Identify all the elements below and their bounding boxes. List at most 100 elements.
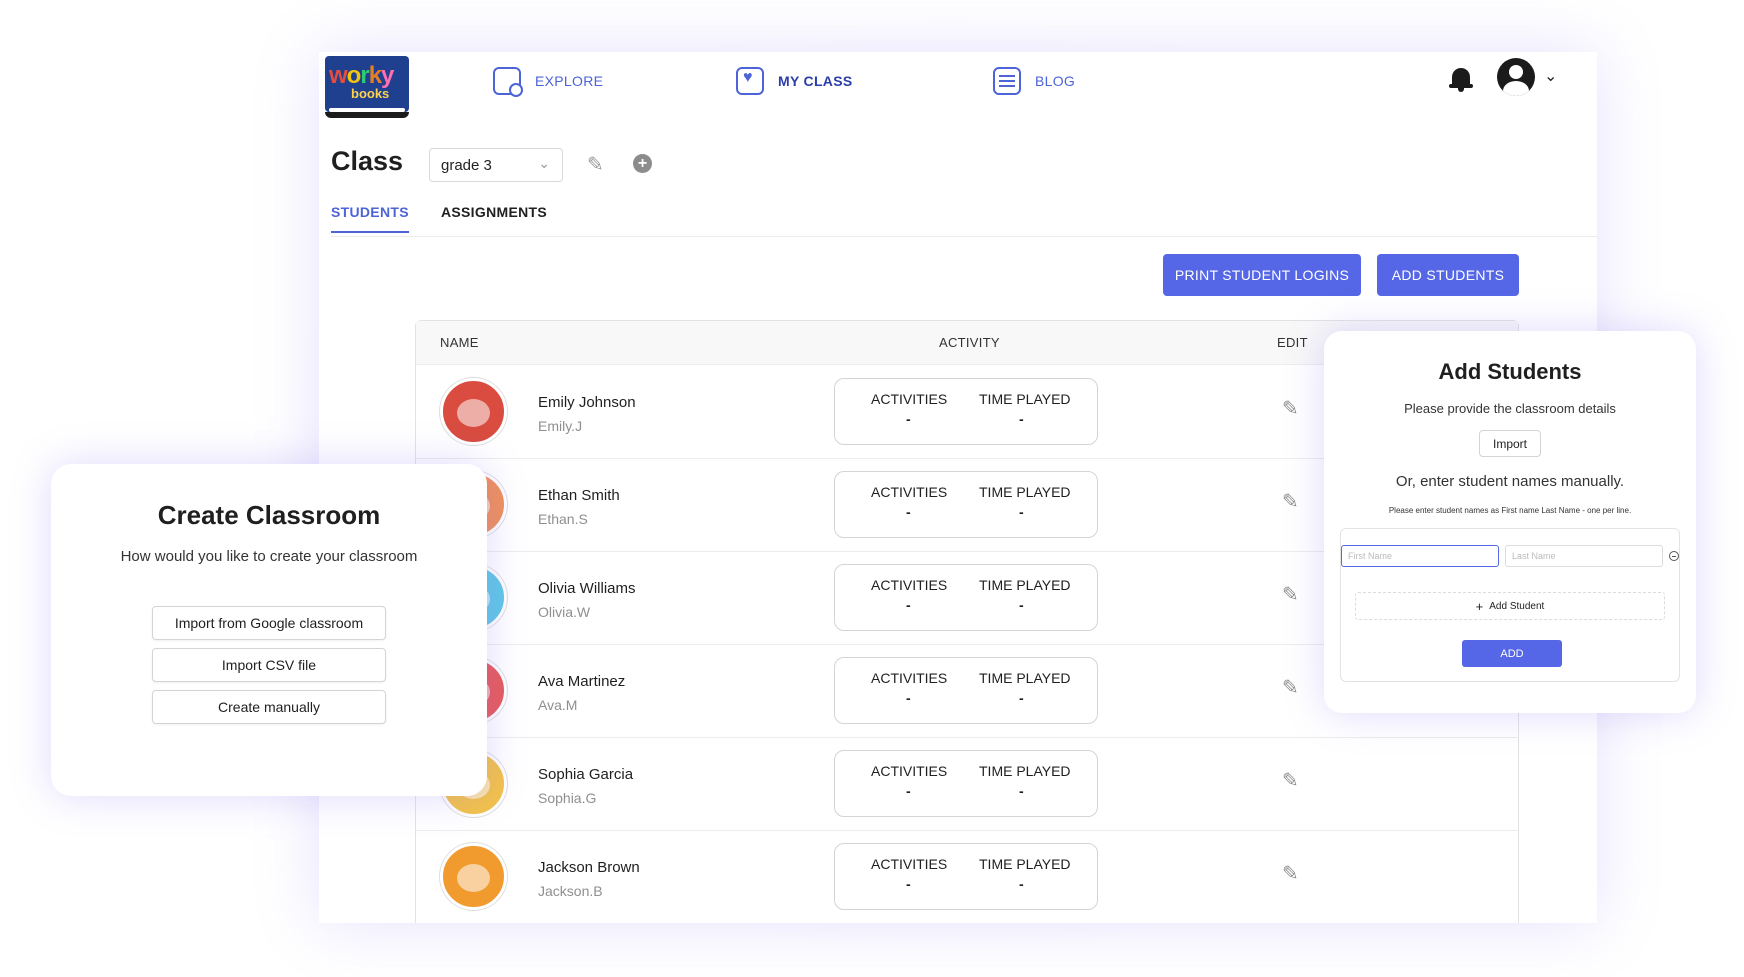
edit-class-pencil-icon[interactable]: ✎ [587,152,604,177]
nav-my-class-label: MY CLASS [778,73,853,89]
activities-value: - [906,597,911,613]
time-played-value: - [1019,783,1024,799]
add-class-plus-icon[interactable]: + [633,154,652,173]
student-username: Sophia.G [538,790,597,806]
edit-pencil-icon[interactable]: ✎ [1282,675,1299,700]
student-username: Olivia.W [538,604,591,620]
user-avatar-icon[interactable] [1497,58,1535,96]
activities-label: ACTIVITIES [871,391,948,407]
tab-assignments[interactable]: ASSIGNMENTS [441,204,547,220]
time-played-label: TIME PLAYED [979,763,1071,779]
table-row: Jackson Brown Jackson.B ACTIVITIES TIME … [416,831,1518,923]
header-activity: ACTIVITY [939,335,1000,350]
edit-pencil-icon[interactable]: ✎ [1282,861,1299,886]
chevron-down-icon: ⌄ [538,155,550,171]
activity-summary: ACTIVITIES TIME PLAYED - - [834,843,1098,910]
create-classroom-dialog: Create Classroom How would you like to c… [51,464,487,796]
add-students-subtitle: Please provide the classroom details [1404,401,1616,416]
student-avatar [440,843,507,910]
time-played-label: TIME PLAYED [979,577,1071,593]
grade-select[interactable]: grade 3 ⌄ [429,148,563,182]
add-submit-button[interactable]: ADD [1462,640,1562,667]
student-name: Ethan Smith [538,487,620,504]
time-played-value: - [1019,876,1024,892]
activity-summary: ACTIVITIES TIME PLAYED - - [834,378,1098,445]
activities-label: ACTIVITIES [871,577,948,593]
student-name: Jackson Brown [538,859,640,876]
page-title: Class [331,146,404,176]
edit-pencil-icon[interactable]: ✎ [1282,582,1299,607]
time-played-value: - [1019,411,1024,427]
student-name: Emily Johnson [538,394,636,411]
activity-summary: ACTIVITIES TIME PLAYED - - [834,657,1098,724]
add-students-dialog: Add Students Please provide the classroo… [1324,331,1696,713]
edit-pencil-icon[interactable]: ✎ [1282,768,1299,793]
nav-my-class[interactable]: MY CLASS [736,64,853,98]
header-edit: EDIT [1277,335,1308,350]
logo-stand [325,112,409,118]
import-csv-button[interactable]: Import CSV file [152,648,386,682]
activities-value: - [906,690,911,706]
time-played-label: TIME PLAYED [979,670,1071,686]
time-played-label: TIME PLAYED [979,391,1071,407]
manual-entry-text: Or, enter student names manually. [1395,473,1625,490]
logo-letter: y [381,62,394,89]
logo-letter: k [368,62,382,89]
heart-icon [736,67,764,95]
nav-explore[interactable]: EXPLORE [493,64,603,98]
activities-label: ACTIVITIES [871,670,948,686]
nav-blog-label: BLOG [1035,73,1076,89]
tab-students[interactable]: STUDENTS [331,204,409,233]
avatar-head [1509,65,1523,79]
activity-summary: ACTIVITIES TIME PLAYED - - [834,471,1098,538]
blog-icon [993,67,1021,95]
logo-letter: w [329,62,348,89]
activity-summary: ACTIVITIES TIME PLAYED - - [834,750,1098,817]
top-navigation: worky books EXPLORE MY CLASS BLOG ⌄ [319,52,1597,122]
bell-icon[interactable] [1449,66,1473,92]
time-played-label: TIME PLAYED [979,856,1071,872]
activities-label: ACTIVITIES [871,484,948,500]
avatar-body [1503,81,1529,96]
print-student-logins-button[interactable]: PRINT STUDENT LOGINS [1163,254,1361,296]
entry-hint: Please enter student names as First name… [1388,506,1632,515]
first-name-input[interactable]: First Name [1341,545,1499,567]
remove-row-icon[interactable] [1669,551,1679,561]
bell-clapper [1458,88,1464,92]
add-students-title: Add Students [1438,359,1582,384]
time-played-value: - [1019,597,1024,613]
add-students-button[interactable]: ADD STUDENTS [1377,254,1519,296]
student-avatar [440,378,507,445]
edit-pencil-icon[interactable]: ✎ [1282,396,1299,421]
time-played-value: - [1019,504,1024,520]
activities-value: - [906,504,911,520]
header-name: NAME [440,335,479,350]
student-username: Jackson.B [538,883,603,899]
create-classroom-subtitle: How would you like to create your classr… [120,548,418,565]
nav-blog[interactable]: BLOG [993,64,1075,98]
activities-value: - [906,411,911,427]
add-student-row-button[interactable]: + Add Student [1355,592,1665,620]
student-username: Ava.M [538,697,578,713]
logo-text-bottom: books [351,86,390,101]
activities-label: ACTIVITIES [871,856,948,872]
explore-icon [493,67,523,97]
nav-explore-label: EXPLORE [535,73,604,89]
import-button[interactable]: Import [1479,430,1541,457]
student-username: Emily.J [538,418,583,434]
chevron-down-icon[interactable]: ⌄ [1544,66,1557,86]
create-manually-button[interactable]: Create manually [152,690,386,724]
create-classroom-title: Create Classroom [157,500,381,530]
activity-summary: ACTIVITIES TIME PLAYED - - [834,564,1098,631]
table-row: Sophia Garcia Sophia.G ACTIVITIES TIME P… [416,738,1518,831]
last-name-input[interactable]: Last Name [1505,545,1663,567]
add-student-label: Add Student [1489,600,1545,612]
plus-icon: + [1475,598,1484,614]
student-name: Sophia Garcia [538,766,634,783]
student-entry-panel: First Name Last Name + Add Student ADD [1340,528,1680,682]
worky-books-logo[interactable]: worky books [325,56,409,112]
student-name: Ava Martinez [538,673,626,690]
import-google-button[interactable]: Import from Google classroom [152,606,386,640]
edit-pencil-icon[interactable]: ✎ [1282,489,1299,514]
logo-letter: r [360,62,369,89]
